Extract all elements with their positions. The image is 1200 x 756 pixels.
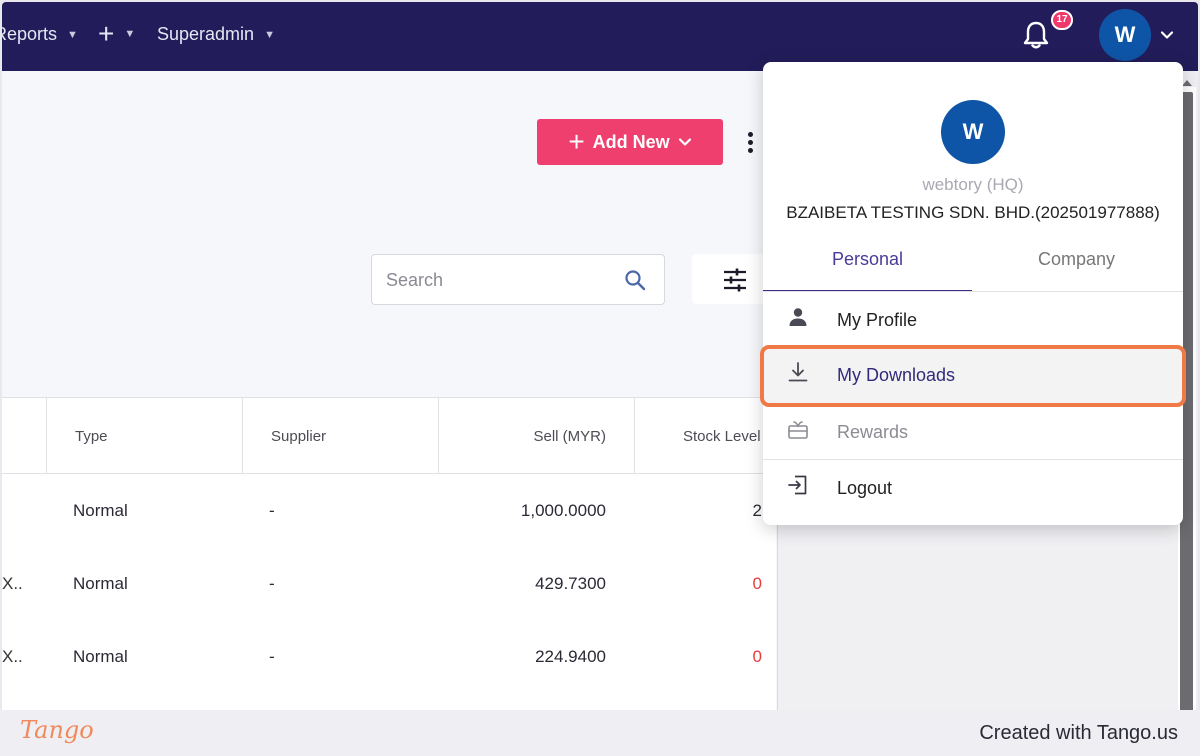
menu-item-rewards[interactable]: Rewards [763, 404, 1183, 460]
cell-type: Normal [73, 574, 128, 593]
column-header-sell[interactable]: Sell (MYR) [438, 398, 634, 474]
tango-logo: Tango [20, 716, 94, 744]
cell-sell: 224.9400 [535, 647, 606, 666]
products-table: Type Supplier Sell (MYR) Stock Level Nor… [2, 397, 776, 710]
cell-supplier: - [269, 574, 275, 593]
gift-icon [788, 421, 808, 439]
tab-personal[interactable]: Personal [763, 234, 972, 292]
menu-item-label: Logout [837, 478, 893, 498]
cell-stock: 2 [752, 501, 762, 520]
chevron-down-icon [678, 138, 691, 146]
menu-item-label: My Profile [837, 310, 918, 330]
table-row[interactable]: X... Normal - 224.9400 0 [2, 621, 776, 693]
scroll-up-icon[interactable] [1182, 80, 1192, 86]
nav-superadmin-label: Superadmin [157, 24, 255, 44]
search-icon[interactable] [624, 269, 646, 291]
cell-name: X... [2, 574, 22, 593]
profile-avatar: W [941, 100, 1005, 164]
cell-supplier: - [269, 647, 275, 666]
menu-item-logout[interactable]: Logout [763, 460, 1183, 516]
more-options-icon[interactable] [746, 132, 754, 158]
search-input[interactable] [386, 267, 606, 293]
menu-item-my-profile[interactable]: My Profile [763, 292, 1183, 348]
search-box [371, 254, 665, 305]
column-header-supplier[interactable]: Supplier [242, 398, 438, 474]
cell-name: X... [2, 647, 22, 666]
cell-stock: 0 [752, 647, 762, 666]
plus-icon: + [568, 126, 585, 157]
nav-add-menu[interactable]: + ▼ [98, 20, 135, 48]
column-header-type[interactable]: Type [46, 398, 242, 474]
table-header: Type Supplier Sell (MYR) Stock Level [2, 398, 776, 474]
cell-name [2, 475, 22, 547]
tab-company[interactable]: Company [972, 234, 1181, 292]
table-row[interactable]: Normal - 1,000.0000 2 [2, 475, 776, 547]
chevron-down-icon[interactable] [1160, 28, 1174, 42]
caret-down-icon: ▼ [67, 28, 78, 41]
menu-item-label: Rewards [837, 422, 909, 442]
profile-dropdown: W webtory (HQ) BZAIBETA TESTING SDN. BHD… [763, 62, 1183, 525]
cell-stock: 0 [752, 574, 762, 593]
org-name: webtory (HQ) [922, 175, 1024, 194]
plus-icon: + [98, 18, 115, 49]
user-avatar-button[interactable]: W [1099, 9, 1151, 61]
caret-down-icon: ▼ [264, 28, 275, 41]
notification-badge: 17 [1051, 10, 1073, 30]
nav-reports-menu[interactable]: Reports ▼ [2, 24, 78, 45]
nav-superadmin-menu[interactable]: Superadmin ▼ [157, 24, 275, 45]
table-row[interactable]: X... Normal - 429.7300 0 [2, 548, 776, 620]
step-highlight-frame [760, 345, 1186, 407]
cell-sell: 1,000.0000 [520, 501, 606, 520]
company-name: BZAIBETA TESTING SDN. BHD.(202501977888) [786, 203, 1160, 222]
top-nav: Reports ▼ + ▼ Superadmin ▼ 17 W [2, 2, 1198, 71]
tango-footer: Tango Created with Tango.us [0, 710, 1200, 756]
person-icon [789, 308, 807, 326]
add-new-button[interactable]: + Add New [537, 119, 723, 165]
cell-type: Normal [73, 647, 128, 666]
cell-type: Normal [73, 501, 128, 520]
credit-text: Created with Tango.us [979, 722, 1178, 744]
caret-down-icon: ▼ [124, 28, 136, 40]
cell-supplier: - [269, 501, 275, 520]
nav-reports-label: Reports [2, 24, 58, 44]
column-header-blank [2, 398, 46, 474]
logout-icon [788, 475, 807, 495]
bell-icon[interactable] [1022, 20, 1050, 50]
filter-sliders-icon [724, 268, 746, 292]
add-new-label: Add New [592, 131, 670, 152]
cell-sell: 429.7300 [535, 574, 606, 593]
column-header-stock-level[interactable]: Stock Level [634, 398, 776, 474]
